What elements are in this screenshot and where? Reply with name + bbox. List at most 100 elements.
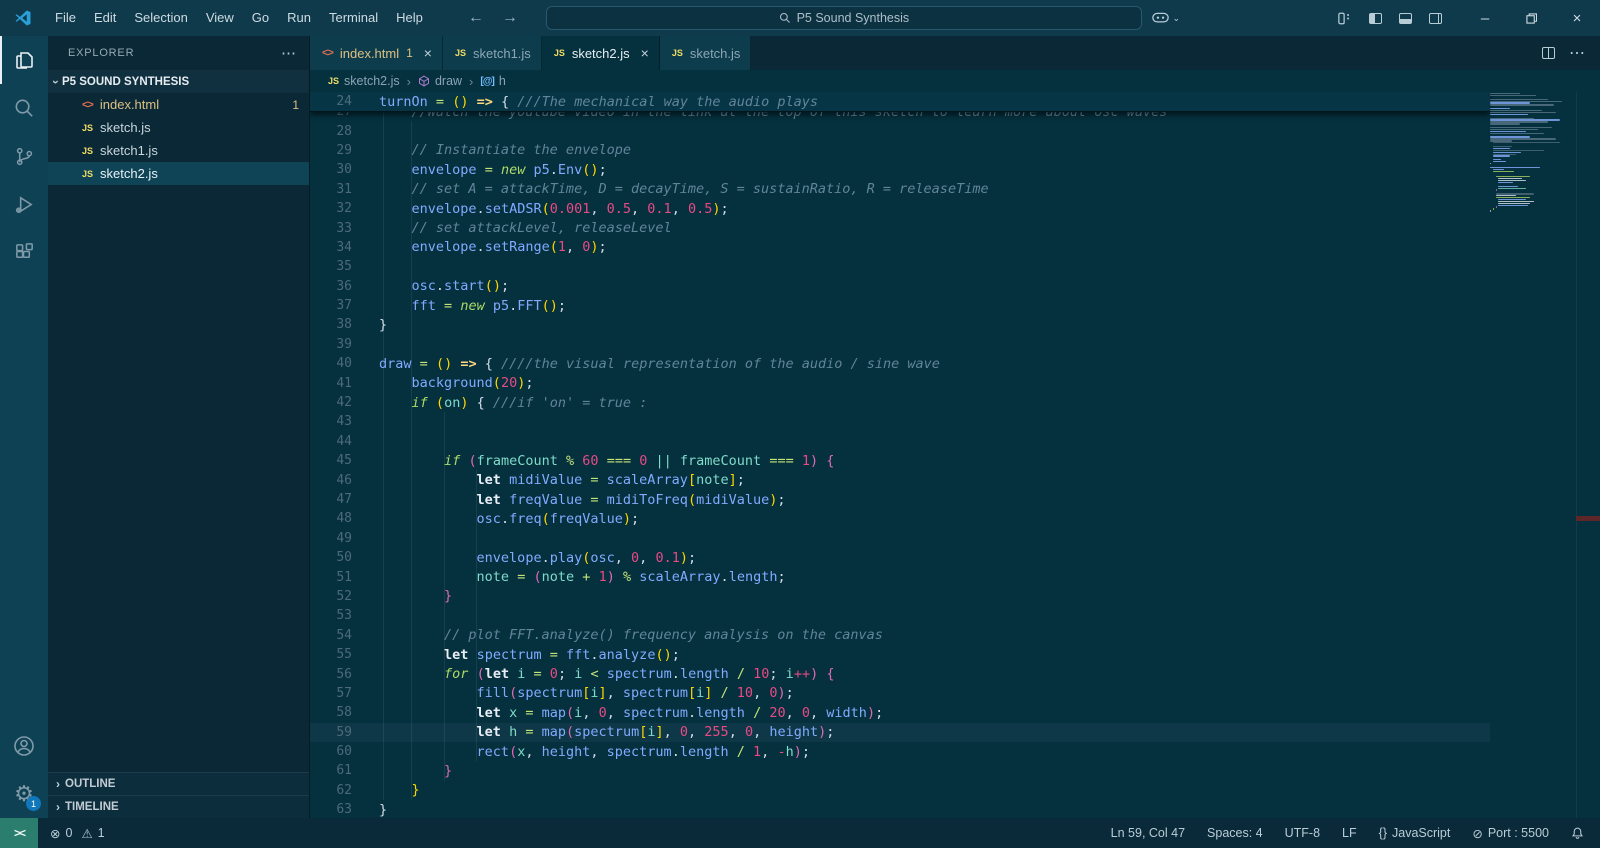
sticky-scroll-line[interactable]: 24 turnOn = () => { ///The mechanical way… bbox=[310, 92, 1490, 112]
minimap[interactable] bbox=[1490, 93, 1576, 212]
code-line-28[interactable]: 28 bbox=[310, 121, 1490, 140]
code-line-37[interactable]: 37 fft = new p5.FFT(); bbox=[310, 296, 1490, 315]
status-item-lf[interactable]: LF bbox=[1342, 826, 1357, 840]
menu-edit[interactable]: Edit bbox=[85, 0, 125, 36]
status-item-port-5500[interactable]: ⊘ Port : 5500 bbox=[1472, 826, 1549, 841]
code-line-44[interactable]: 44 bbox=[310, 432, 1490, 451]
explorer-title: EXPLORER bbox=[68, 47, 135, 59]
explorer-more-icon[interactable]: ⋯ bbox=[281, 44, 297, 62]
problems-status[interactable]: ⊗ 0 ⚠ 1 bbox=[38, 826, 117, 841]
code-line-47[interactable]: 47 let freqValue = midiToFreq(midiValue)… bbox=[310, 490, 1490, 509]
folder-root[interactable]: › P5 SOUND SYNTHESIS bbox=[48, 70, 309, 93]
code-line-56[interactable]: 56 for (let i = 0; i < spectrum.length /… bbox=[310, 664, 1490, 683]
activity-run-debug-icon[interactable] bbox=[0, 180, 48, 228]
toggle-sidebar-icon[interactable] bbox=[1360, 0, 1390, 36]
menu-terminal[interactable]: Terminal bbox=[320, 0, 387, 36]
code-line-53[interactable]: 53 bbox=[310, 606, 1490, 625]
code-line-41[interactable]: 41 background(20); bbox=[310, 373, 1490, 392]
code-line-57[interactable]: 57 fill(spectrum[i], spectrum[i] / 10, 0… bbox=[310, 684, 1490, 703]
code-line-40[interactable]: 40 draw = () => { ////the visual represen… bbox=[310, 354, 1490, 373]
outline-section[interactable]: › OUTLINE bbox=[48, 772, 309, 795]
breadcrumb-item-draw[interactable]: draw bbox=[418, 74, 462, 88]
line-number: 50 bbox=[336, 550, 352, 566]
menu-go[interactable]: Go bbox=[243, 0, 278, 36]
status-item-ln-59-col-47[interactable]: Ln 59, Col 47 bbox=[1111, 826, 1185, 840]
overview-ruler[interactable] bbox=[1576, 92, 1600, 818]
tab-close-icon[interactable]: × bbox=[424, 45, 432, 61]
status-label: JavaScript bbox=[1392, 826, 1451, 840]
status-item-spaces-4[interactable]: Spaces: 4 bbox=[1207, 826, 1263, 840]
code-line-43[interactable]: 43 bbox=[310, 412, 1490, 431]
menu-selection[interactable]: Selection bbox=[125, 0, 196, 36]
code-line-60[interactable]: 60 rect(x, height, spectrum.length / 1, … bbox=[310, 742, 1490, 761]
code-line-55[interactable]: 55 let spectrum = fft.analyze(); bbox=[310, 645, 1490, 664]
code-line-36[interactable]: 36 osc.start(); bbox=[310, 277, 1490, 296]
editor-more-icon[interactable]: ⋯ bbox=[1569, 43, 1586, 63]
activity-source-control-icon[interactable] bbox=[0, 132, 48, 180]
timeline-section[interactable]: › TIMELINE bbox=[48, 795, 309, 818]
code-line-31[interactable]: 31 // set A = attackTime, D = decayTime,… bbox=[310, 180, 1490, 199]
code-line-49[interactable]: 49 bbox=[310, 529, 1490, 548]
code-line-34[interactable]: 34 envelope.setRange(1, 0); bbox=[310, 238, 1490, 257]
restore-icon[interactable] bbox=[1508, 0, 1554, 36]
code-line-39[interactable]: 39 bbox=[310, 335, 1490, 354]
status-item-javascript[interactable]: {} JavaScript bbox=[1379, 826, 1451, 840]
file-item-sketch2.js[interactable]: JS sketch2.js bbox=[48, 162, 309, 185]
command-center-search[interactable]: P5 Sound Synthesis bbox=[545, 6, 1142, 30]
menu-help[interactable]: Help bbox=[387, 0, 432, 36]
file-item-index.html[interactable]: <> index.html 1 bbox=[48, 93, 309, 116]
line-number: 35 bbox=[336, 259, 352, 275]
code-line-52[interactable]: 52 } bbox=[310, 587, 1490, 606]
code-line-46[interactable]: 46 let midiValue = scaleArray[note]; bbox=[310, 470, 1490, 489]
line-number: 32 bbox=[336, 201, 352, 217]
code-line-62[interactable]: 62 } bbox=[310, 781, 1490, 800]
code-line-29[interactable]: 29 // Instantiate the envelope bbox=[310, 141, 1490, 160]
tab-index.html[interactable]: <> index.html 1 × bbox=[310, 36, 443, 70]
split-editor-icon[interactable] bbox=[1542, 47, 1555, 59]
code-line-63[interactable]: 63} bbox=[310, 800, 1490, 818]
file-item-sketch1.js[interactable]: JS sketch1.js bbox=[48, 139, 309, 162]
code-line-54[interactable]: 54 // plot FFT.analyze() frequency analy… bbox=[310, 626, 1490, 645]
code-line-35[interactable]: 35 bbox=[310, 257, 1490, 276]
code-line-61[interactable]: 61 } bbox=[310, 761, 1490, 780]
code-line-51[interactable]: 51 note = (note + 1) % scaleArray.length… bbox=[310, 567, 1490, 586]
tab-close-icon[interactable]: × bbox=[641, 45, 649, 61]
activity-explorer-icon[interactable] bbox=[0, 36, 48, 84]
tab-sketch2.js[interactable]: JS sketch2.js × bbox=[541, 36, 660, 70]
code-line-42[interactable]: 42 if (on) { ///if 'on' = true : bbox=[310, 393, 1490, 412]
activity-settings-icon[interactable]: ⚙ 1 bbox=[0, 770, 48, 818]
code-line-50[interactable]: 50 envelope.play(osc, 0, 0.1); bbox=[310, 548, 1490, 567]
toggle-secondary-sidebar-icon[interactable] bbox=[1420, 0, 1450, 36]
activity-account-icon[interactable] bbox=[0, 722, 48, 770]
code-line-48[interactable]: 48 osc.freq(freqValue); bbox=[310, 509, 1490, 528]
code-line-58[interactable]: 58 let x = map(i, 0, spectrum.length / 2… bbox=[310, 703, 1490, 722]
remote-indicator[interactable]: >< bbox=[0, 818, 38, 848]
tab-sketch.js[interactable]: JS sketch.js bbox=[659, 36, 752, 70]
code-line-45[interactable]: 45 if (frameCount % 60 === 0 || frameCou… bbox=[310, 451, 1490, 470]
breadcrumb-item-sketch2.js[interactable]: JS sketch2.js bbox=[328, 74, 400, 88]
breadcrumb-item-h[interactable]: [@] h bbox=[480, 74, 505, 88]
file-item-sketch.js[interactable]: JS sketch.js bbox=[48, 116, 309, 139]
minimize-icon[interactable]: – bbox=[1462, 0, 1508, 36]
code-line-59[interactable]: 59 let h = map(spectrum[i], 0, 255, 0, h… bbox=[310, 722, 1490, 742]
status-item-utf-8[interactable]: UTF-8 bbox=[1285, 826, 1320, 840]
code-viewport[interactable]: 27 //Watch the youtube video in the link… bbox=[310, 92, 1600, 818]
line-number: 29 bbox=[336, 142, 352, 158]
activity-extensions-icon[interactable] bbox=[0, 228, 48, 276]
code-line-30[interactable]: 30 envelope = new p5.Env(); bbox=[310, 160, 1490, 179]
forward-icon[interactable]: → bbox=[502, 9, 518, 27]
tab-sketch1.js[interactable]: JS sketch1.js bbox=[442, 36, 542, 70]
code-line-33[interactable]: 33 // set attackLevel, releaseLevel bbox=[310, 218, 1490, 237]
back-icon[interactable]: ← bbox=[468, 9, 484, 27]
close-icon[interactable]: × bbox=[1554, 0, 1600, 36]
toggle-panel-icon[interactable] bbox=[1390, 0, 1420, 36]
status-item-bell[interactable] bbox=[1571, 826, 1584, 840]
customize-layout-icon[interactable] bbox=[1330, 0, 1360, 36]
code-line-38[interactable]: 38} bbox=[310, 315, 1490, 334]
activity-search-icon[interactable] bbox=[0, 84, 48, 132]
menu-file[interactable]: File bbox=[46, 0, 85, 36]
menu-view[interactable]: View bbox=[197, 0, 243, 36]
code-line-32[interactable]: 32 envelope.setADSR(0.001, 0.5, 0.1, 0.5… bbox=[310, 199, 1490, 218]
menu-run[interactable]: Run bbox=[278, 0, 320, 36]
copilot-icon[interactable]: ⌄ bbox=[1152, 12, 1180, 25]
